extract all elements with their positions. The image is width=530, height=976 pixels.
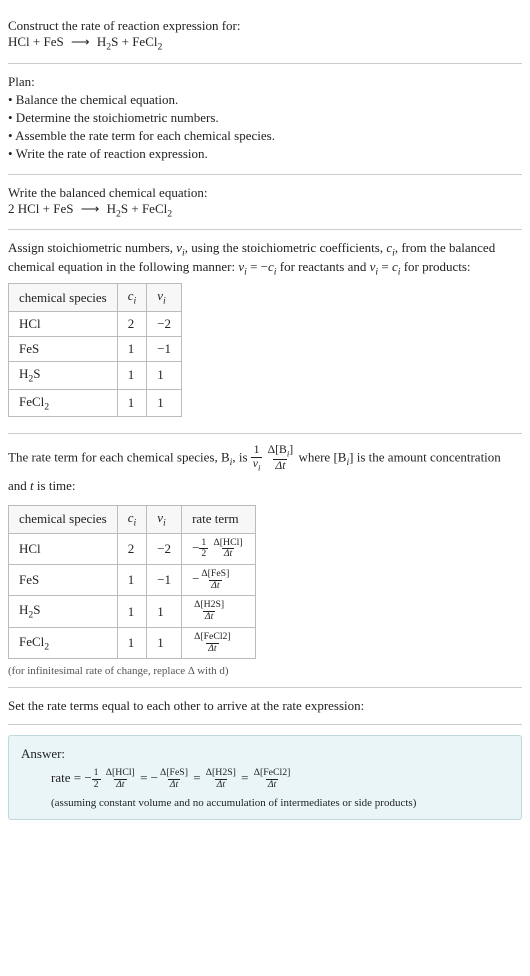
fraction: 1νi — [251, 444, 263, 473]
col-vi: νi — [147, 506, 182, 534]
col-ci: ci — [117, 506, 147, 534]
stoich-table: chemical species ci νi HCl2−2 FeS1−1 H2S… — [8, 283, 182, 417]
answer-label: Answer: — [21, 746, 509, 762]
table-row: H2S 11 Δ[H2S]Δt — [9, 596, 256, 627]
answer-section: Answer: rate = −12 Δ[HCl]Δt = −Δ[FeS]Δt … — [8, 725, 522, 829]
col-ci: ci — [117, 284, 147, 312]
table-note: (for infinitesimal rate of change, repla… — [8, 665, 522, 677]
col-species: chemical species — [9, 284, 118, 312]
answer-note: (assuming constant volume and no accumul… — [21, 797, 509, 809]
eq-lhs: HCl + FeS — [8, 34, 64, 49]
table-row: HCl2−2 — [9, 311, 182, 336]
fraction: Δ[Bi]Δt — [266, 444, 296, 473]
plan-item: • Balance the chemical equation. — [8, 92, 522, 108]
col-rate: rate term — [182, 506, 256, 534]
stoich-paragraph: Assign stoichiometric numbers, νi, using… — [8, 240, 522, 277]
balanced-section: Write the balanced chemical equation: 2 … — [8, 175, 522, 231]
plan-item: • Determine the stoichiometric numbers. — [8, 110, 522, 126]
table-row: FeCl211 — [9, 389, 182, 417]
table-row: FeCl2 11 Δ[FeCl2]Δt — [9, 627, 256, 658]
answer-box: Answer: rate = −12 Δ[HCl]Δt = −Δ[FeS]Δt … — [8, 735, 522, 819]
prompt-section: Construct the rate of reaction expressio… — [8, 8, 522, 64]
eq-rhs: H2S + FeCl2 — [107, 201, 173, 216]
table-row: H2S11 — [9, 361, 182, 389]
arrow-icon: ⟶ — [77, 201, 104, 217]
answer-equation: rate = −12 Δ[HCl]Δt = −Δ[FeS]Δt = Δ[H2S]… — [21, 768, 509, 790]
table-row: HCl 2−2 −12 Δ[HCl]Δt — [9, 533, 256, 564]
arrow-icon: ⟶ — [67, 34, 94, 50]
stoich-section: Assign stoichiometric numbers, νi, using… — [8, 230, 522, 434]
col-species: chemical species — [9, 506, 118, 534]
equal-section: Set the rate terms equal to each other t… — [8, 688, 522, 725]
plan-heading: Plan: — [8, 74, 522, 90]
balanced-equation: 2 HCl + FeS ⟶ H2S + FeCl2 — [8, 201, 522, 220]
table-row: FeS1−1 — [9, 336, 182, 361]
col-vi: νi — [147, 284, 182, 312]
rate-paragraph: The rate term for each chemical species,… — [8, 444, 522, 499]
plan-item: • Write the rate of reaction expression. — [8, 146, 522, 162]
table-header-row: chemical species ci νi rate term — [9, 506, 256, 534]
eq-lhs: 2 HCl + FeS — [8, 201, 73, 216]
rate-table: chemical species ci νi rate term HCl 2−2… — [8, 505, 256, 659]
plan-item: • Assemble the rate term for each chemic… — [8, 128, 522, 144]
table-header-row: chemical species ci νi — [9, 284, 182, 312]
prompt-line1: Construct the rate of reaction expressio… — [8, 18, 522, 34]
rate-term-section: The rate term for each chemical species,… — [8, 434, 522, 688]
equal-line: Set the rate terms equal to each other t… — [8, 698, 522, 714]
balanced-heading: Write the balanced chemical equation: — [8, 185, 522, 201]
prompt-equation: HCl + FeS ⟶ H2S + FeCl2 — [8, 34, 522, 53]
plan-section: Plan: • Balance the chemical equation. •… — [8, 64, 522, 175]
eq-rhs: H2S + FeCl2 — [97, 34, 163, 49]
table-row: FeS 1−1 −Δ[FeS]Δt — [9, 565, 256, 596]
